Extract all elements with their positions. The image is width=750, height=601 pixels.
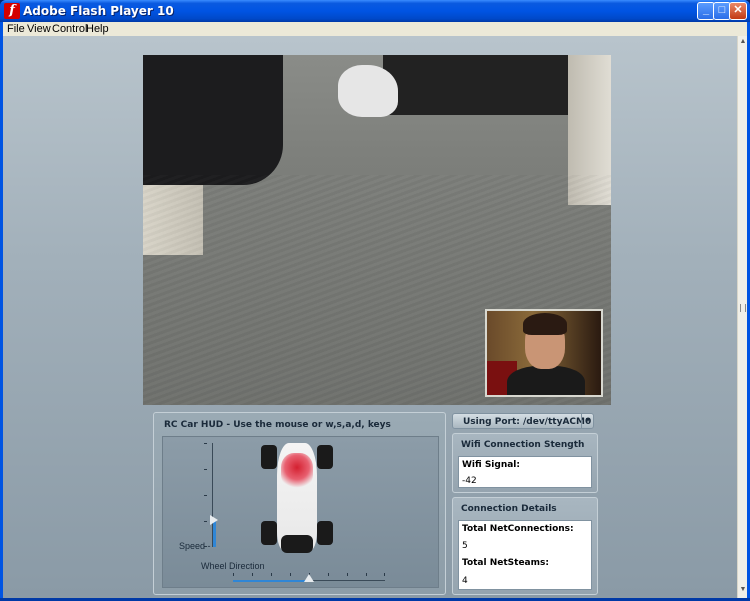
menu-file[interactable]: File — [7, 23, 25, 35]
scroll-down-icon[interactable]: ▼ — [739, 586, 747, 594]
wheel-tick — [290, 573, 291, 576]
wheel-tick — [233, 573, 234, 576]
wheel-tick — [328, 573, 329, 576]
scroll-up-icon[interactable]: ▲ — [739, 38, 747, 46]
wifi-signal-label: Wifi Signal: — [462, 460, 520, 470]
port-dropdown[interactable]: Using Port: /dev/ttyACM0 ▼ — [452, 413, 594, 429]
flash-icon: f — [4, 3, 20, 19]
pip-hair — [523, 313, 567, 335]
wifi-panel: Wifi Connection Stength Wifi Signal: -42 — [452, 433, 598, 493]
webcam-pip — [485, 309, 603, 397]
connection-panel-title: Connection Details — [461, 504, 557, 514]
vertical-scrollbar[interactable]: ▲ ▼ — [737, 36, 747, 598]
rc-car-image — [259, 439, 335, 555]
wheel-slider-thumb[interactable] — [304, 574, 314, 582]
port-dropdown-label: Using Port: /dev/ttyACM0 — [463, 417, 592, 427]
wheel-direction-label: Wheel Direction — [201, 561, 265, 571]
wheel-slider-fill — [233, 580, 309, 582]
video-dark-objects — [383, 55, 573, 115]
window-title: Adobe Flash Player 10 — [23, 4, 174, 18]
video-furniture — [143, 55, 283, 185]
wheel-tick — [384, 573, 385, 576]
speed-label: Speed - — [179, 541, 211, 551]
wifi-panel-title: Wifi Connection Stength — [461, 440, 585, 450]
speed-tick — [204, 469, 207, 470]
car-wheel — [317, 521, 333, 545]
speed-tick — [204, 521, 207, 522]
app-window: f Adobe Flash Player 10 _ □ ✕ File View … — [0, 0, 750, 601]
scroll-thumb[interactable] — [740, 304, 746, 312]
hud-title: RC Car HUD - Use the mouse or w,s,a,d, k… — [164, 420, 391, 430]
car-wheel — [317, 445, 333, 469]
speed-slider-thumb[interactable] — [210, 514, 218, 525]
menu-help[interactable]: Help — [86, 23, 109, 35]
car-wheel — [261, 521, 277, 545]
car-bumper — [281, 535, 313, 553]
car-paint — [281, 453, 313, 489]
speed-tick — [204, 495, 207, 496]
pip-body — [507, 366, 585, 395]
netstreams-label: Total NetSteams: — [462, 558, 549, 568]
chevron-down-icon[interactable]: ▼ — [581, 414, 594, 428]
close-button[interactable]: ✕ — [729, 2, 747, 20]
menu-view[interactable]: View — [27, 23, 51, 35]
wifi-signal-box: Wifi Signal: -42 — [458, 456, 592, 488]
netconnections-value: 5 — [462, 541, 468, 551]
video-bag — [338, 65, 398, 117]
wheel-tick — [271, 573, 272, 576]
connection-details-box: Total NetConnections: 5 Total NetSteams:… — [458, 520, 592, 590]
wheel-tick — [366, 573, 367, 576]
hud-control-area[interactable]: Speed - Wheel Direction — [162, 436, 439, 588]
connection-details-panel: Connection Details Total NetConnections:… — [452, 497, 598, 595]
wheel-tick — [252, 573, 253, 576]
netconnections-label: Total NetConnections: — [462, 524, 574, 534]
rc-car-hud: RC Car HUD - Use the mouse or w,s,a,d, k… — [153, 412, 446, 595]
speed-tick — [204, 443, 207, 444]
wheel-tick — [347, 573, 348, 576]
menu-bar: File View Control Help — [3, 22, 747, 36]
netstreams-value: 4 — [462, 576, 468, 586]
car-wheel — [261, 445, 277, 469]
wifi-signal-value: -42 — [462, 476, 477, 486]
title-bar[interactable]: f Adobe Flash Player 10 _ □ ✕ — [0, 0, 750, 22]
menu-control[interactable]: Control — [52, 23, 87, 35]
